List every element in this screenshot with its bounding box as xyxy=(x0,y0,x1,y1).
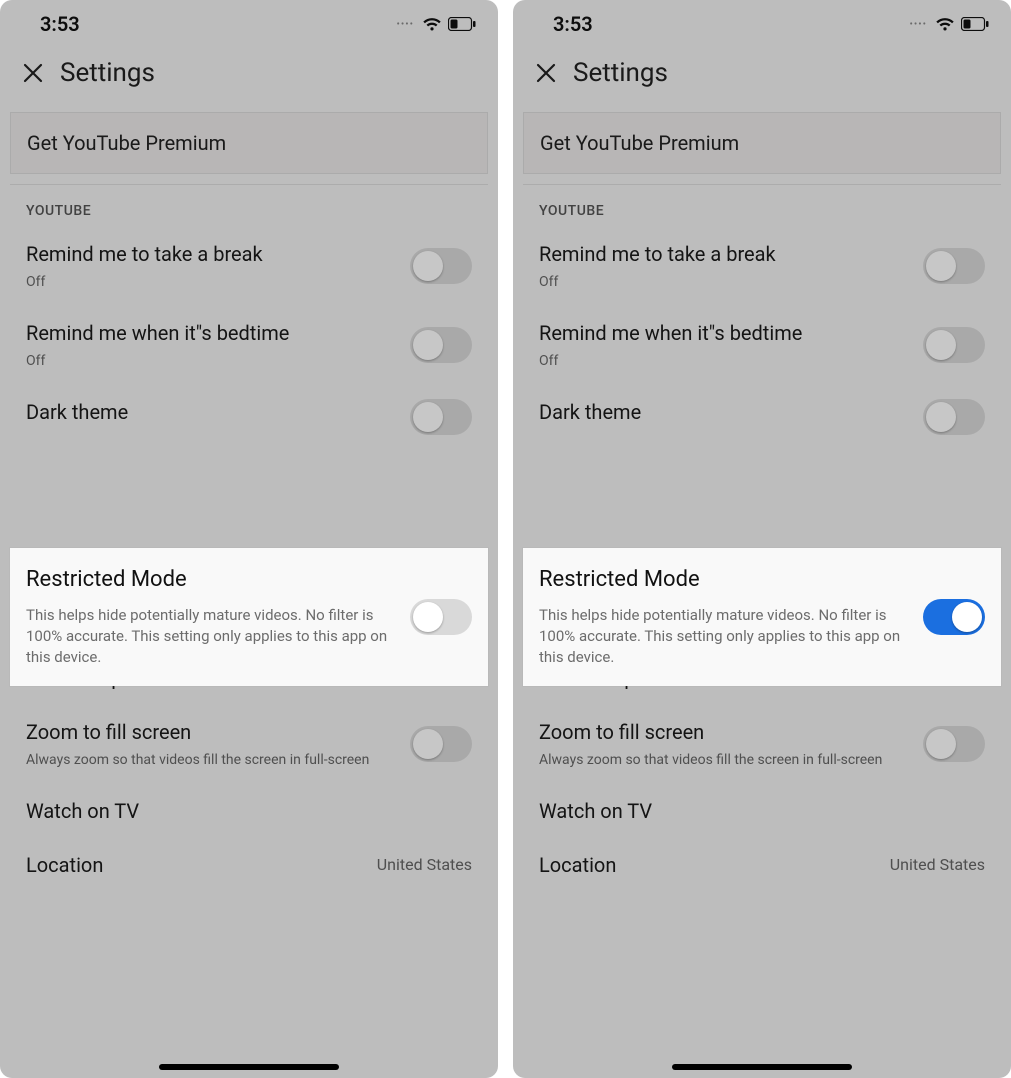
row-title: Watch on TV xyxy=(539,798,973,824)
cellular-dots-icon: •••• xyxy=(910,19,928,30)
toggle-break[interactable] xyxy=(923,248,985,284)
row-watch-on-tv[interactable]: Watch on TV xyxy=(10,784,488,838)
screenshot-panel-left: 3:53 •••• Settings Get YouTube Premium Y… xyxy=(0,0,498,1078)
row-dark-theme[interactable]: Dark theme xyxy=(523,385,1001,449)
toggle-zoom-fill[interactable] xyxy=(410,726,472,762)
battery-icon xyxy=(448,17,476,31)
row-break-reminder[interactable]: Remind me to take a break Off xyxy=(10,227,488,306)
row-bedtime-reminder[interactable]: Remind me when it"s bedtime Off xyxy=(523,306,1001,385)
row-title: Zoom to fill screen xyxy=(26,719,398,745)
cellular-dots-icon: •••• xyxy=(397,19,415,30)
toggle-dark-theme[interactable] xyxy=(410,399,472,435)
row-title: Dark theme xyxy=(539,399,911,425)
premium-banner-label: Get YouTube Premium xyxy=(540,131,739,155)
row-title: Restricted Mode xyxy=(539,566,911,595)
page-header: Settings xyxy=(0,48,498,106)
battery-icon xyxy=(961,17,989,31)
toggle-zoom-fill[interactable] xyxy=(923,726,985,762)
wifi-icon xyxy=(935,16,955,32)
row-desc: This helps hide potentially mature video… xyxy=(539,605,911,668)
status-icons: •••• xyxy=(910,16,990,32)
toggle-restricted-mode[interactable] xyxy=(410,599,472,635)
row-title: Remind me to take a break xyxy=(539,241,911,267)
youtube-section: YOUTUBE Remind me to take a break Off Re… xyxy=(10,184,488,892)
toggle-bedtime[interactable] xyxy=(410,327,472,363)
toggle-break[interactable] xyxy=(410,248,472,284)
close-icon[interactable] xyxy=(20,60,46,86)
row-restricted-mode[interactable]: Restricted Mode This helps hide potentia… xyxy=(10,548,488,686)
status-icons: •••• xyxy=(397,16,477,32)
row-watch-on-tv[interactable]: Watch on TV xyxy=(523,784,1001,838)
row-sub: Off xyxy=(26,352,398,371)
page-title: Settings xyxy=(60,58,155,88)
row-value: United States xyxy=(377,855,472,874)
row-sub: Off xyxy=(539,273,911,292)
premium-banner[interactable]: Get YouTube Premium xyxy=(10,112,488,174)
row-title: Restricted Mode xyxy=(26,566,398,595)
status-bar: 3:53 •••• xyxy=(0,0,498,48)
page-header: Settings xyxy=(513,48,1011,106)
row-title: Remind me when it"s bedtime xyxy=(26,320,398,346)
row-value: United States xyxy=(890,855,985,874)
toggle-bedtime[interactable] xyxy=(923,327,985,363)
row-title: Location xyxy=(539,852,878,878)
row-sub: Off xyxy=(539,352,911,371)
youtube-section: YOUTUBE Remind me to take a break Off Re… xyxy=(523,184,1001,892)
screenshot-panel-right: 3:53 •••• Settings Get YouTube Premium Y… xyxy=(513,0,1011,1078)
toggle-dark-theme[interactable] xyxy=(923,399,985,435)
home-indicator[interactable] xyxy=(672,1064,852,1070)
status-time: 3:53 xyxy=(553,12,593,36)
row-title: Remind me when it"s bedtime xyxy=(539,320,911,346)
row-location[interactable]: Location United States xyxy=(10,838,488,892)
row-title: Remind me to take a break xyxy=(26,241,398,267)
toggle-restricted-mode[interactable] xyxy=(923,599,985,635)
row-desc: Always zoom so that videos fill the scre… xyxy=(539,751,911,770)
row-location[interactable]: Location United States xyxy=(523,838,1001,892)
home-indicator[interactable] xyxy=(159,1064,339,1070)
row-title: Dark theme xyxy=(26,399,398,425)
row-desc: Always zoom so that videos fill the scre… xyxy=(26,751,398,770)
row-dark-theme[interactable]: Dark theme xyxy=(10,385,488,449)
status-time: 3:53 xyxy=(40,12,80,36)
wifi-icon xyxy=(422,16,442,32)
row-sub: Off xyxy=(26,273,398,292)
page-title: Settings xyxy=(573,58,668,88)
section-header: YOUTUBE xyxy=(10,185,488,227)
row-zoom-fill[interactable]: Zoom to fill screen Always zoom so that … xyxy=(10,705,488,784)
row-break-reminder[interactable]: Remind me to take a break Off xyxy=(523,227,1001,306)
row-title: Zoom to fill screen xyxy=(539,719,911,745)
row-title: Location xyxy=(26,852,365,878)
row-zoom-fill[interactable]: Zoom to fill screen Always zoom so that … xyxy=(523,705,1001,784)
row-title: Watch on TV xyxy=(26,798,460,824)
close-icon[interactable] xyxy=(533,60,559,86)
section-header: YOUTUBE xyxy=(523,185,1001,227)
row-bedtime-reminder[interactable]: Remind me when it"s bedtime Off xyxy=(10,306,488,385)
premium-banner-label: Get YouTube Premium xyxy=(27,131,226,155)
premium-banner[interactable]: Get YouTube Premium xyxy=(523,112,1001,174)
row-restricted-mode[interactable]: Restricted Mode This helps hide potentia… xyxy=(523,548,1001,686)
row-desc: This helps hide potentially mature video… xyxy=(26,605,398,668)
status-bar: 3:53 •••• xyxy=(513,0,1011,48)
